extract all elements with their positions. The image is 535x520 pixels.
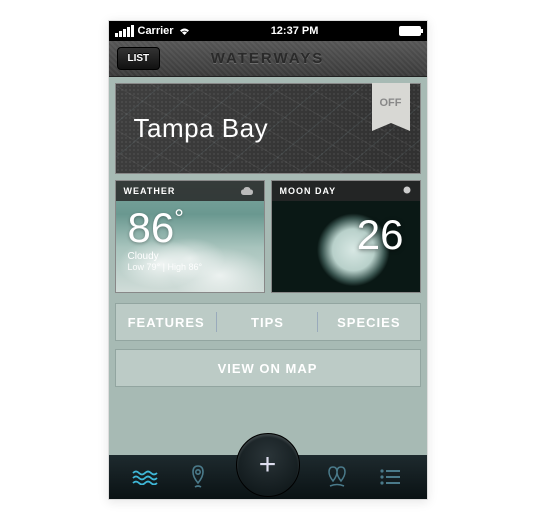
tab-pin[interactable] [183,462,213,492]
temperature-value: 86 [128,204,175,251]
off-toggle[interactable]: OFF [372,83,410,123]
weather-range: Low 79° | High 86° [128,262,252,272]
plus-icon: + [259,448,277,482]
weather-condition: Cloudy [128,251,252,262]
tab-bar: + [109,455,427,499]
tips-tab[interactable]: TIPS [217,304,318,340]
moon-day-value: 26 [357,211,404,259]
list-button[interactable]: LIST [117,47,161,70]
tab-double-pin[interactable] [322,462,352,492]
species-tab[interactable]: SPECIES [318,304,419,340]
tab-list[interactable] [375,462,405,492]
view-on-map-button[interactable]: VIEW ON MAP [115,349,421,387]
tab-waves[interactable] [130,462,160,492]
weather-card[interactable]: WEATHER 86° Cloudy Low 79° | High 86° [115,180,265,293]
segment-row: FEATURES TIPS SPECIES [115,303,421,341]
status-bar: Carrier 12:37 PM [109,21,427,41]
waves-icon [132,469,158,485]
battery-icon [399,26,421,36]
list-icon [379,469,401,485]
moon-header: MOON DAY [280,186,337,196]
balloon-icon [402,186,412,196]
pin-icon [187,465,209,489]
weather-header: WEATHER [124,186,176,196]
add-button[interactable]: + [236,433,300,497]
double-pin-icon [324,465,350,489]
location-title: Tampa Bay [134,113,269,144]
content-area: Tampa Bay OFF WEATHER 86° Cloudy Low 79°… [109,77,427,457]
wifi-icon [178,26,191,36]
features-tab[interactable]: FEATURES [116,304,217,340]
carrier-label: Carrier [138,25,174,37]
phone-screen: Carrier 12:37 PM LIST WATERWAYS Tampa Ba… [108,20,428,500]
clock: 12:37 PM [271,25,319,37]
nav-bar: LIST WATERWAYS [109,41,427,77]
signal-icon [115,25,134,37]
page-title: WATERWAYS [211,50,325,67]
cloud-icon [240,186,256,196]
location-hero[interactable]: Tampa Bay OFF [115,83,421,174]
moon-card[interactable]: MOON DAY 26 [271,180,421,293]
